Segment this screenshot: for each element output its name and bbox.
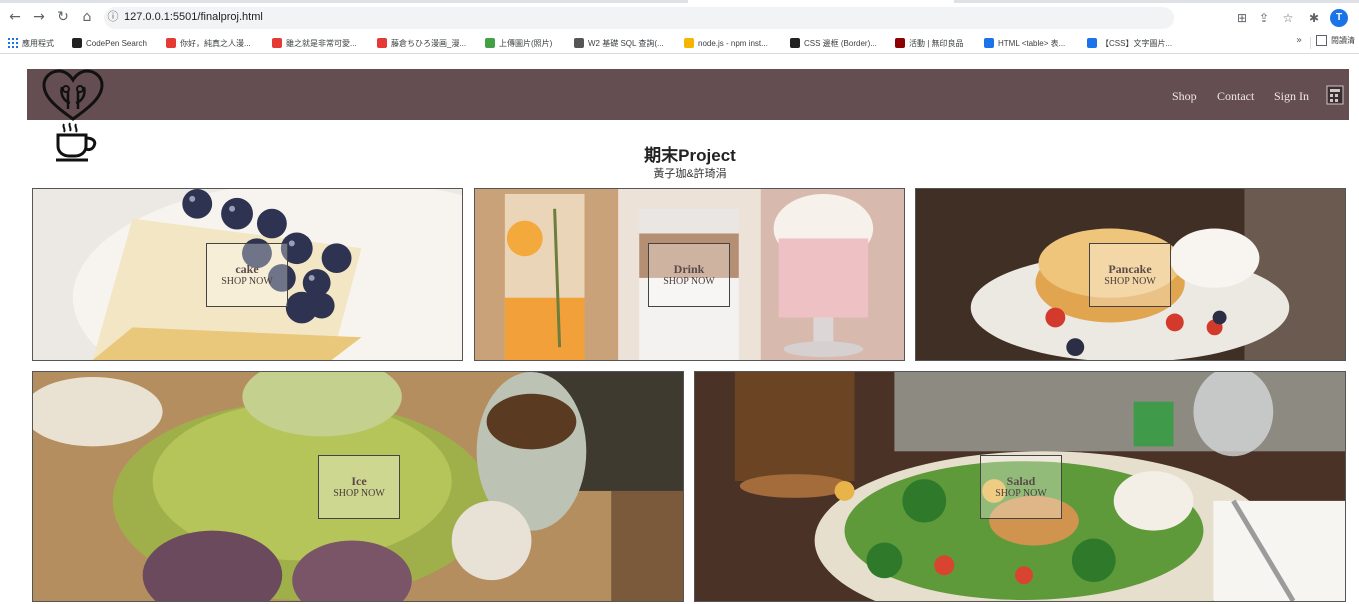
bookmark-item[interactable]: 應用程式	[8, 35, 54, 51]
bookmark-favicon	[1087, 38, 1097, 48]
shop-now-link[interactable]: SHOP NOW	[995, 488, 1047, 500]
category-card-cake[interactable]: cake SHOP NOW	[32, 188, 463, 361]
shop-now-link[interactable]: SHOP NOW	[221, 276, 273, 288]
bookmark-favicon	[377, 38, 387, 48]
shop-now-link[interactable]: SHOP NOW	[1104, 276, 1156, 288]
heart-logo-icon[interactable]	[40, 69, 106, 123]
nav-shop-link[interactable]: Shop	[1172, 89, 1197, 104]
category-card-ice[interactable]: Ice SHOP NOW	[32, 371, 684, 602]
info-icon[interactable]: ⓘ	[106, 10, 120, 24]
bookmark-item[interactable]: 雖之就是非常可愛...	[272, 35, 357, 51]
reading-list[interactable]: 閱讀清	[1316, 35, 1355, 46]
tab-strip	[0, 0, 1359, 3]
share-icon[interactable]: ⇪	[1256, 10, 1272, 26]
bookmark-favicon	[895, 38, 905, 48]
translate-icon[interactable]: ⊞	[1234, 10, 1250, 26]
bookmark-item[interactable]: 你好，純真之人漫...	[166, 35, 251, 51]
apps-grid-icon	[8, 38, 18, 48]
shop-now-link[interactable]: SHOP NOW	[333, 488, 385, 500]
bookmark-favicon	[790, 38, 800, 48]
bookmark-label: HTML <table> 表...	[998, 38, 1066, 48]
bookmark-favicon	[684, 38, 694, 48]
reload-icon[interactable]: ↻	[54, 8, 72, 26]
category-label-box[interactable]: Ice SHOP NOW	[318, 455, 400, 519]
back-icon[interactable]: ←	[6, 8, 24, 26]
bookmark-favicon	[574, 38, 584, 48]
bookmark-item[interactable]: W2 基礎 SQL 查詢(...	[574, 35, 664, 51]
bookmark-favicon	[272, 38, 282, 48]
bookmark-label: 藤倉ちひろ漫画_漫...	[391, 38, 467, 48]
category-name: Drink	[673, 261, 705, 276]
page-subtitle: 黃子珈&許琦涓	[653, 168, 727, 180]
more-bookmarks-icon[interactable]: »	[1296, 35, 1302, 46]
bookmark-label: 應用程式	[22, 38, 54, 48]
browser-chrome: ← → ↻ ⌂ ⓘ 127.0.0.1:5501/finalproj.html …	[0, 0, 1359, 56]
bookmark-item[interactable]: HTML <table> 表...	[984, 35, 1065, 51]
category-name: Ice	[351, 473, 367, 488]
bookmark-label: CSS 邊框 (Border)...	[804, 38, 877, 48]
url-text[interactable]: 127.0.0.1:5501/finalproj.html	[124, 11, 263, 23]
nav-signin-link[interactable]: Sign In	[1274, 89, 1309, 104]
bookmarks-bar: 應用程式 CodePen Search 你好，純真之人漫... 雖之就是非常可愛…	[0, 33, 1359, 54]
site-navbar	[27, 69, 1349, 120]
bookmark-label: 【CSS】文字圖片...	[1101, 38, 1173, 48]
reading-list-label: 閱讀清	[1331, 36, 1355, 45]
bookmark-item[interactable]: node.js - npm inst...	[684, 35, 768, 51]
codepen-icon	[72, 38, 82, 48]
bookmark-favicon	[984, 38, 994, 48]
category-label-box[interactable]: Pancake SHOP NOW	[1089, 243, 1171, 307]
category-name: Pancake	[1108, 261, 1152, 276]
category-card-drink[interactable]: Drink SHOP NOW	[474, 188, 905, 361]
address-bar[interactable]	[104, 7, 1174, 29]
bookmark-item[interactable]: 活動 | 無印良品	[895, 35, 964, 51]
bookmark-label: 雖之就是非常可愛...	[286, 38, 357, 48]
page-title: 期末Project	[644, 146, 736, 165]
category-card-salad[interactable]: Salad SHOP NOW	[694, 371, 1346, 602]
cart-icon[interactable]	[1326, 85, 1344, 105]
bookmark-label: 上傳圖片(照片)	[499, 38, 553, 48]
bookmark-item[interactable]: 上傳圖片(照片)	[485, 35, 552, 51]
reading-list-icon	[1316, 35, 1327, 46]
category-card-pancake[interactable]: Pancake SHOP NOW	[915, 188, 1346, 361]
bookmark-item[interactable]: 藤倉ちひろ漫画_漫...	[377, 35, 466, 51]
nav-contact-link[interactable]: Contact	[1217, 89, 1254, 104]
profile-avatar[interactable]: T	[1330, 9, 1348, 27]
star-icon[interactable]: ☆	[1280, 10, 1296, 26]
bookmark-item[interactable]: CodePen Search	[72, 35, 147, 51]
category-label-box[interactable]: Salad SHOP NOW	[980, 455, 1062, 519]
bookmark-label: W2 基礎 SQL 查詢(...	[588, 38, 664, 48]
category-name: cake	[235, 261, 259, 276]
bookmark-label: 活動 | 無印良品	[909, 38, 964, 48]
bookmark-label: 你好，純真之人漫...	[180, 38, 251, 48]
category-label-box[interactable]: Drink SHOP NOW	[648, 243, 730, 307]
category-label-box[interactable]: cake SHOP NOW	[206, 243, 288, 307]
shop-now-link[interactable]: SHOP NOW	[663, 276, 715, 288]
bookmark-label: CodePen Search	[86, 38, 147, 48]
bookmark-favicon	[485, 38, 495, 48]
bookmark-item[interactable]: CSS 邊框 (Border)...	[790, 35, 877, 51]
bookmark-label: node.js - npm inst...	[698, 38, 768, 48]
extensions-icon[interactable]: ✱	[1306, 10, 1322, 26]
bookmark-favicon	[166, 38, 176, 48]
bookmark-item[interactable]: 【CSS】文字圖片...	[1087, 35, 1172, 51]
active-tab[interactable]	[688, 0, 954, 3]
forward-icon[interactable]: →	[30, 8, 48, 26]
category-name: Salad	[1006, 473, 1036, 488]
bookmark-divider	[1310, 37, 1311, 49]
address-row: ← → ↻ ⌂ ⓘ 127.0.0.1:5501/finalproj.html …	[0, 5, 1359, 31]
home-icon[interactable]: ⌂	[78, 8, 96, 26]
